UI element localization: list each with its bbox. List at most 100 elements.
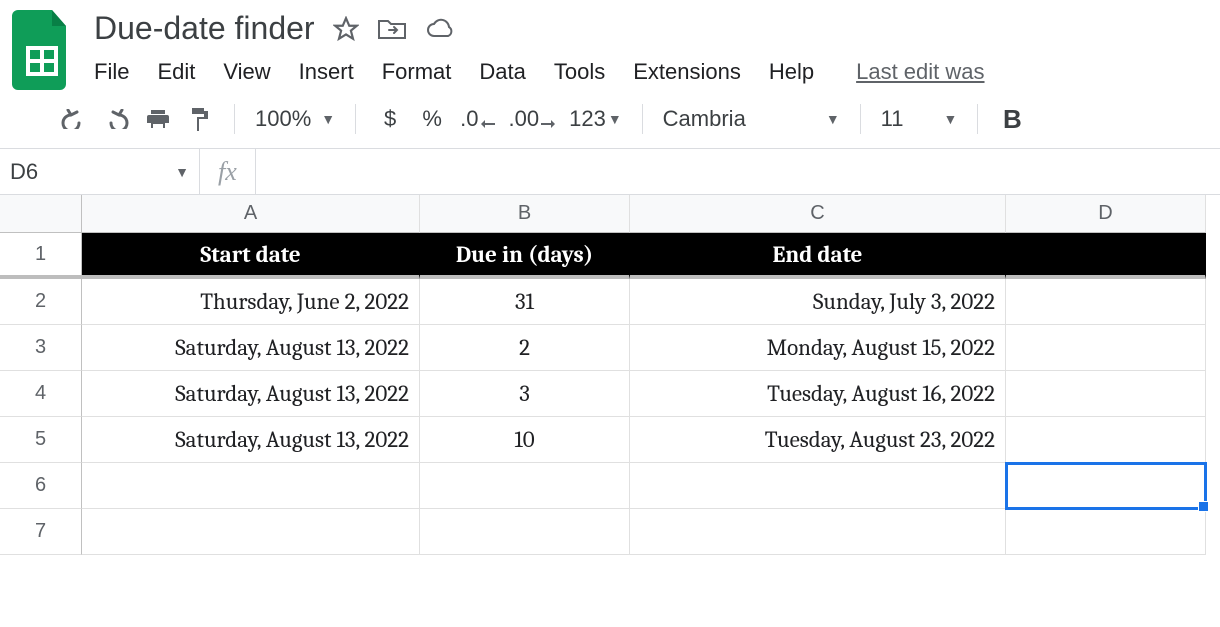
increase-decimal-button[interactable]: .00 [509,104,556,134]
cell[interactable]: 10 [420,417,630,463]
table-row: Saturday, August 13, 2022 10 Tuesday, Au… [82,417,1220,463]
cell[interactable] [1006,233,1206,279]
last-edit-link[interactable]: Last edit was [856,59,984,85]
dropdown-caret-icon: ▼ [944,111,958,127]
formula-input[interactable] [256,149,1220,194]
table-row: Saturday, August 13, 2022 3 Tuesday, Aug… [82,371,1220,417]
currency-button[interactable]: $ [376,104,404,134]
cell[interactable] [1006,371,1206,417]
cloud-status-icon[interactable] [425,18,455,40]
cell[interactable] [82,509,420,555]
toolbar-separator [355,104,356,134]
cell-selected[interactable] [1006,463,1206,509]
app-header: Due-date finder File Edit View [0,0,1220,90]
cell[interactable]: Saturday, August 13, 2022 [82,325,420,371]
percent-button[interactable]: % [418,104,446,134]
cell[interactable]: Start date [82,233,420,279]
toolbar-separator [234,104,235,134]
column-headers: A B C D [82,195,1220,233]
cell[interactable] [1006,325,1206,371]
cell[interactable] [82,463,420,509]
row-number[interactable]: 7 [0,509,82,555]
menu-help[interactable]: Help [769,59,814,85]
table-row [82,463,1220,509]
font-size-select[interactable]: 11 ▼ [881,106,958,132]
dropdown-caret-icon: ▼ [826,111,840,127]
redo-icon[interactable] [102,104,130,134]
row-number[interactable]: 4 [0,371,82,417]
zoom-select[interactable]: 100% ▼ [255,106,335,132]
cell[interactable]: 2 [420,325,630,371]
cell[interactable] [630,463,1006,509]
decrease-decimal-label: .0 [460,106,478,132]
menu-bar: File Edit View Insert Format Data Tools … [94,47,985,85]
toolbar: 100% ▼ $ % .0 .00 123 ▼ Cambria ▼ 11 ▼ B [0,90,1220,149]
document-title[interactable]: Due-date finder [94,10,315,47]
menu-insert[interactable]: Insert [299,59,354,85]
decrease-decimal-button[interactable]: .0 [460,104,494,134]
number-format-select[interactable]: 123 ▼ [569,104,622,134]
header-content: Due-date finder File Edit View [94,10,985,85]
toolbar-separator [977,104,978,134]
cell[interactable] [420,509,630,555]
bold-button[interactable]: B [998,104,1026,134]
row-number[interactable]: 6 [0,463,82,509]
column-header[interactable]: B [420,195,630,233]
title-row: Due-date finder [94,10,985,47]
cell[interactable]: 3 [420,371,630,417]
menu-format[interactable]: Format [382,59,452,85]
menu-extensions[interactable]: Extensions [633,59,741,85]
cell[interactable]: Tuesday, August 23, 2022 [630,417,1006,463]
cell[interactable]: Sunday, July 3, 2022 [630,279,1006,325]
undo-icon[interactable] [60,104,88,134]
cell[interactable]: Tuesday, August 16, 2022 [630,371,1006,417]
zoom-value: 100% [255,106,311,132]
row-number-gutter: 1 2 3 4 5 6 7 [0,195,82,555]
cell[interactable] [1006,509,1206,555]
cell[interactable]: Monday, August 15, 2022 [630,325,1006,371]
star-icon[interactable] [333,16,359,42]
menu-view[interactable]: View [223,59,270,85]
toolbar-separator [860,104,861,134]
table-row [82,509,1220,555]
column-header[interactable]: D [1006,195,1206,233]
cell[interactable]: End date [630,233,1006,279]
cell[interactable]: 31 [420,279,630,325]
cell[interactable]: Thursday, June 2, 2022 [82,279,420,325]
name-box[interactable]: D6 ▼ [0,149,200,194]
table-row: Saturday, August 13, 2022 2 Monday, Augu… [82,325,1220,371]
cell[interactable] [630,509,1006,555]
row-number[interactable]: 3 [0,325,82,371]
row-number[interactable]: 2 [0,279,82,325]
cell[interactable]: Due in (days) [420,233,630,279]
menu-edit[interactable]: Edit [157,59,195,85]
select-all-corner[interactable] [0,195,82,233]
font-family-value: Cambria [663,106,746,132]
print-icon[interactable] [144,104,172,134]
sheets-logo-icon[interactable] [12,10,72,90]
grid-body: A B C D Start date Due in (days) End dat… [82,195,1220,555]
cell[interactable]: Saturday, August 13, 2022 [82,417,420,463]
column-header[interactable]: A [82,195,420,233]
font-family-select[interactable]: Cambria ▼ [663,106,840,132]
fx-label: fx [200,149,256,194]
column-header[interactable]: C [630,195,1006,233]
menu-data[interactable]: Data [479,59,525,85]
increase-decimal-label: .00 [509,106,540,132]
row-number[interactable]: 1 [0,233,82,279]
formula-bar: D6 ▼ fx [0,149,1220,195]
cell[interactable]: Saturday, August 13, 2022 [82,371,420,417]
table-row: Start date Due in (days) End date [82,233,1220,279]
dropdown-caret-icon: ▼ [321,111,335,127]
dropdown-caret-icon: ▼ [608,111,622,127]
cell[interactable] [1006,417,1206,463]
row-number[interactable]: 5 [0,417,82,463]
cell[interactable] [1006,279,1206,325]
paint-format-icon[interactable] [186,104,214,134]
move-icon[interactable] [377,17,407,41]
menu-file[interactable]: File [94,59,129,85]
cell[interactable] [420,463,630,509]
toolbar-separator [642,104,643,134]
menu-tools[interactable]: Tools [554,59,605,85]
spreadsheet-grid: 1 2 3 4 5 6 7 A B C D Start date Due in … [0,195,1220,555]
